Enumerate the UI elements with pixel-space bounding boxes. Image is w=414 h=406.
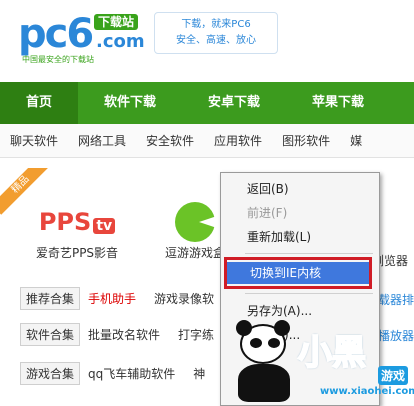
link-downloader-ranking[interactable]: 载器排行 — [378, 291, 414, 308]
recommend-row: 推荐合集 手机助手 游戏录像软 — [20, 285, 232, 311]
subnav-item-apps[interactable]: 应用软件 — [204, 132, 272, 149]
link-game-recorder[interactable]: 游戏录像软 — [154, 290, 214, 307]
subnav-item-media[interactable]: 媒 — [340, 132, 372, 149]
game-row: 游戏合集 qq飞车辅助软件 神 — [20, 360, 223, 386]
nav-item-android[interactable]: 安卓下载 — [182, 82, 286, 124]
logo-domain: .com — [96, 31, 145, 52]
logo-tagline: 中国最安全的下载站 — [22, 55, 94, 64]
watermark-url: www.xiaohei.com — [320, 386, 414, 397]
site-header: pc6 下载站 .com 中国最安全的下载站 下载，就来PC6 安全、高速、放心 — [0, 0, 414, 82]
site-logo[interactable]: pc6 下载站 .com 中国最安全的下载站 — [18, 10, 146, 68]
site-slogan: 下载，就来PC6 安全、高速、放心 — [154, 12, 278, 54]
main-nav: 首页 软件下载 安卓下载 苹果下载 — [0, 82, 414, 124]
pps-logo-icon: PPS tv — [18, 200, 136, 244]
subnav-item-network[interactable]: 网络工具 — [68, 132, 136, 149]
tag-software[interactable]: 软件合集 — [20, 322, 81, 346]
subnav-item-chat[interactable]: 聊天软件 — [0, 132, 68, 149]
tag-game[interactable]: 游戏合集 — [20, 361, 81, 385]
watermark-title: 小黑 — [297, 333, 367, 373]
app-card-pps[interactable]: PPS tv 爱奇艺PPS影音 — [18, 200, 136, 272]
menu-separator — [245, 293, 373, 294]
slogan-line-1: 下载，就来PC6 — [181, 19, 251, 30]
highlight-annotation-box — [224, 257, 372, 289]
menu-separator — [245, 253, 373, 254]
subnav-item-security[interactable]: 安全软件 — [136, 132, 204, 149]
link-batch-rename[interactable]: 批量改名软件 — [88, 326, 160, 343]
link-phone-assistant[interactable]: 手机助手 — [88, 290, 136, 307]
nav-item-home[interactable]: 首页 — [0, 82, 79, 124]
xiaohei-watermark: 小黑 游戏 www.xiaohei.com — [228, 320, 414, 406]
nav-item-software[interactable]: 软件下载 — [78, 82, 182, 124]
link-qq-speed[interactable]: qq飞车辅助软件 — [88, 365, 175, 382]
logo-badge: 下载站 — [94, 14, 139, 30]
software-row: 软件合集 批量改名软件 打字练 — [20, 321, 232, 347]
menu-item-back[interactable]: 返回(B) — [221, 178, 379, 200]
panda-mascot-icon — [234, 320, 292, 402]
sub-nav: 聊天软件 网络工具 安全软件 应用软件 图形软件 媒 — [0, 124, 414, 158]
featured-apps: PPS tv 爱奇艺PPS影音 逗游游戏盒 — [18, 200, 254, 272]
app-name: 爱奇艺PPS影音 — [35, 246, 119, 260]
menu-item-forward[interactable]: 前进(F) — [221, 202, 379, 224]
slogan-line-2: 安全、高速、放心 — [176, 35, 256, 46]
subnav-item-graphics[interactable]: 图形软件 — [272, 132, 340, 149]
logo-pc6-text: pc6 — [18, 11, 94, 57]
watermark-badge: 游戏 — [378, 366, 409, 385]
link-typing[interactable]: 打字练 — [178, 326, 214, 343]
menu-item-reload[interactable]: 重新加载(L) — [221, 226, 379, 248]
menu-item-save-as[interactable]: 另存为(A)... — [221, 300, 379, 322]
tag-recommend[interactable]: 推荐合集 — [20, 286, 81, 310]
nav-item-apple[interactable]: 苹果下载 — [286, 82, 390, 124]
link-shen[interactable]: 神 — [193, 365, 205, 382]
